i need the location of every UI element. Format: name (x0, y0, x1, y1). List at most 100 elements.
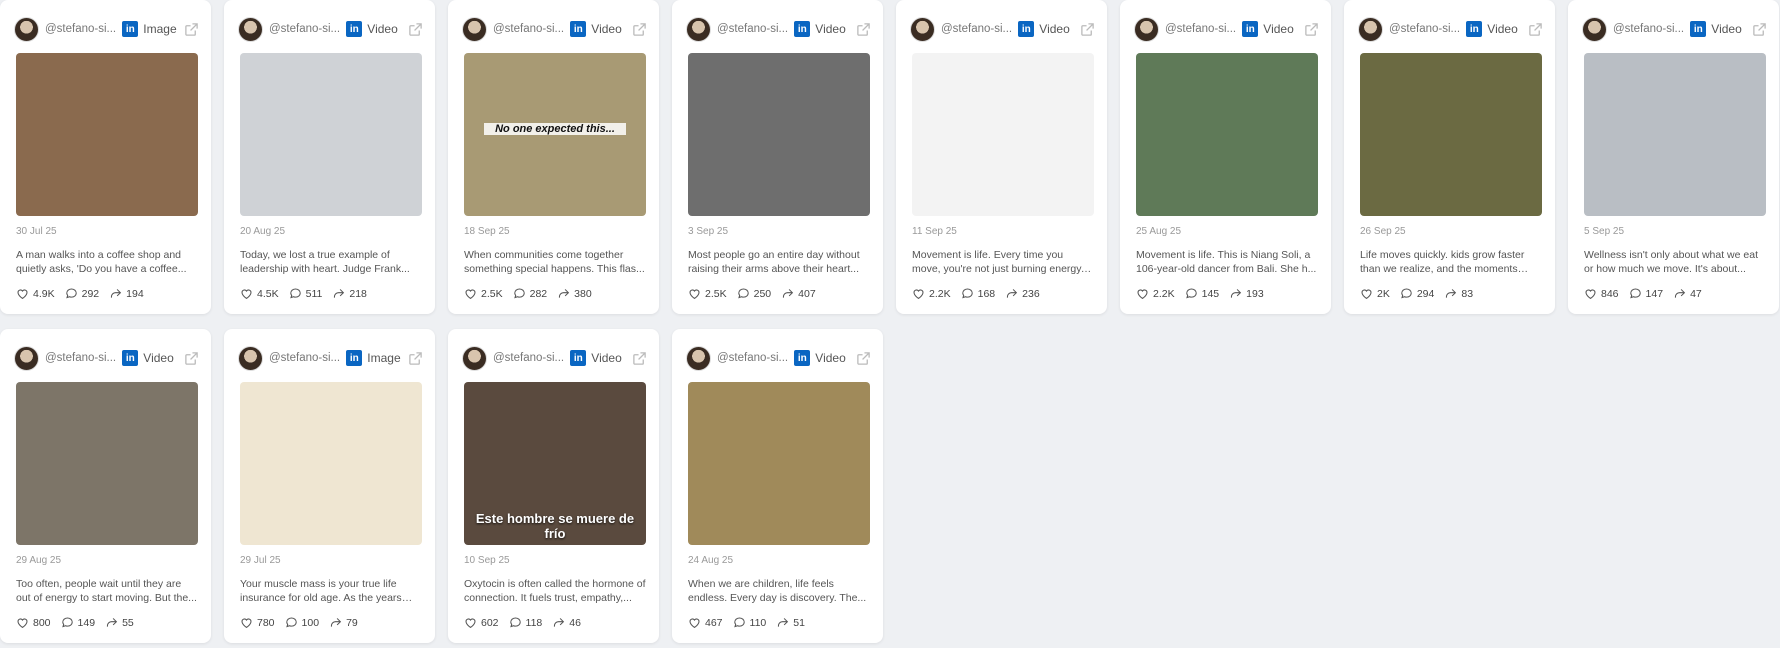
avatar[interactable] (238, 16, 263, 42)
share-icon (1231, 289, 1242, 298)
author-handle[interactable]: @stefano-si... (717, 352, 790, 364)
post-thumbnail[interactable] (1584, 53, 1766, 216)
comments-count: 511 (305, 287, 323, 300)
post-date: 11 Sep 25 (912, 226, 957, 237)
linkedin-icon: in (1242, 21, 1259, 37)
author-handle[interactable]: @stefano-si... (717, 23, 790, 35)
post-date: 29 Jul 25 (240, 555, 281, 566)
external-link-icon[interactable] (1304, 22, 1319, 37)
post-date: 5 Sep 25 (1584, 226, 1625, 237)
post-card[interactable]: @stefano-si... in Video 26 Sep 25 Life m… (1344, 0, 1555, 314)
shares-stat: 380 (557, 287, 592, 300)
author-handle[interactable]: @stefano-si... (1613, 23, 1686, 35)
post-card[interactable]: @stefano-si... in Video No one expected … (448, 0, 659, 314)
post-thumbnail[interactable] (688, 53, 870, 216)
post-card[interactable]: @stefano-si... in Image 29 Jul 25 Your m… (224, 329, 435, 643)
share-icon (111, 289, 122, 298)
avatar[interactable] (1582, 16, 1607, 42)
post-description: Today, we lost a true example of leaders… (240, 249, 410, 275)
post-thumbnail[interactable] (16, 53, 198, 216)
post-card[interactable]: @stefano-si... in Video Este hombre se m… (448, 329, 659, 643)
avatar[interactable] (462, 345, 487, 371)
external-link-icon[interactable] (408, 351, 423, 366)
likes-stat: 800 (16, 616, 51, 629)
author-handle[interactable]: @stefano-si... (941, 23, 1014, 35)
external-link-icon[interactable] (408, 22, 423, 37)
post-thumbnail[interactable] (240, 53, 422, 216)
avatar[interactable] (686, 16, 711, 42)
comments-count: 110 (749, 616, 767, 629)
avatar[interactable] (1358, 16, 1383, 42)
share-icon (778, 618, 789, 627)
post-description: Too often, people wait until they are ou… (16, 578, 197, 604)
external-link-icon[interactable] (1752, 22, 1767, 37)
external-link-icon[interactable] (856, 22, 871, 37)
comment-icon (1629, 288, 1641, 299)
post-card[interactable]: @stefano-si... in Video 25 Aug 25 Moveme… (1120, 0, 1331, 314)
post-thumbnail[interactable] (240, 382, 422, 545)
author-handle[interactable]: @stefano-si... (493, 23, 566, 35)
author-handle[interactable]: @stefano-si... (493, 352, 566, 364)
heart-icon (913, 289, 924, 299)
post-card[interactable]: @stefano-si... in Video 29 Aug 25 Too of… (0, 329, 211, 643)
author-handle[interactable]: @stefano-si... (1165, 23, 1238, 35)
post-card[interactable]: @stefano-si... in Video 3 Sep 25 Most pe… (672, 0, 883, 314)
comment-icon (1185, 288, 1197, 299)
author-handle[interactable]: @stefano-si... (45, 23, 118, 35)
author-handle[interactable]: @stefano-si... (269, 23, 342, 35)
heart-icon (1585, 289, 1596, 299)
avatar[interactable] (14, 16, 39, 42)
author-handle[interactable]: @stefano-si... (1389, 23, 1462, 35)
author-handle[interactable]: @stefano-si... (269, 352, 342, 364)
post-thumbnail[interactable] (912, 53, 1094, 216)
post-card[interactable]: @stefano-si... in Video 11 Sep 25 Moveme… (896, 0, 1107, 314)
post-date: 10 Sep 25 (464, 555, 510, 566)
external-link-icon[interactable] (856, 351, 871, 366)
post-card[interactable]: @stefano-si... in Video 5 Sep 25 Wellnes… (1568, 0, 1779, 314)
shares-count: 55 (122, 616, 134, 629)
post-thumbnail[interactable]: No one expected this... (464, 53, 646, 216)
avatar[interactable] (686, 345, 711, 371)
post-type-label: Video (1711, 22, 1742, 36)
post-header: @stefano-si... in Video (14, 345, 199, 371)
heart-icon (689, 289, 700, 299)
avatar[interactable] (462, 16, 487, 42)
post-thumbnail[interactable] (688, 382, 870, 545)
avatar[interactable] (14, 345, 39, 371)
author-handle[interactable]: @stefano-si... (45, 352, 118, 364)
post-card[interactable]: @stefano-si... in Video 24 Aug 25 When w… (672, 329, 883, 643)
post-description: Your muscle mass is your true life insur… (240, 578, 402, 604)
share-icon (554, 618, 565, 627)
post-thumbnail[interactable] (16, 382, 198, 545)
shares-stat: 218 (332, 287, 367, 300)
post-type-label: Video (367, 22, 398, 36)
post-date: 20 Aug 25 (240, 226, 286, 237)
heart-icon (241, 289, 252, 299)
external-link-icon[interactable] (1080, 22, 1095, 37)
post-card[interactable]: @stefano-si... in Video 20 Aug 25 Today,… (224, 0, 435, 314)
comments-stat: 147 (1629, 287, 1663, 300)
external-link-icon[interactable] (184, 351, 199, 366)
linkedin-icon: in (1018, 21, 1035, 37)
linkedin-icon: in (1690, 21, 1707, 37)
post-type-label: Video (815, 22, 846, 36)
comments-stat: 511 (289, 287, 323, 300)
external-link-icon[interactable] (184, 22, 199, 37)
external-link-icon[interactable] (1528, 22, 1543, 37)
comment-icon (285, 617, 297, 628)
avatar[interactable] (238, 345, 263, 371)
external-link-icon[interactable] (632, 351, 647, 366)
post-thumbnail[interactable] (1136, 53, 1318, 216)
post-stats: 780 100 79 (240, 616, 368, 629)
post-stats: 467 110 51 (688, 616, 815, 629)
avatar[interactable] (1134, 16, 1159, 42)
post-card[interactable]: @stefano-si... in Image 30 Jul 25 A man … (0, 0, 211, 314)
comments-stat: 110 (733, 616, 767, 629)
post-thumbnail[interactable]: Este hombre se muere de frío (464, 382, 646, 545)
avatar[interactable] (910, 16, 935, 42)
linkedin-icon: in (1466, 21, 1483, 37)
post-description: Movement is life. This is Niang Soli, a … (1136, 249, 1317, 275)
external-link-icon[interactable] (632, 22, 647, 37)
post-thumbnail[interactable] (1360, 53, 1542, 216)
post-header: @stefano-si... in Image (238, 345, 423, 371)
